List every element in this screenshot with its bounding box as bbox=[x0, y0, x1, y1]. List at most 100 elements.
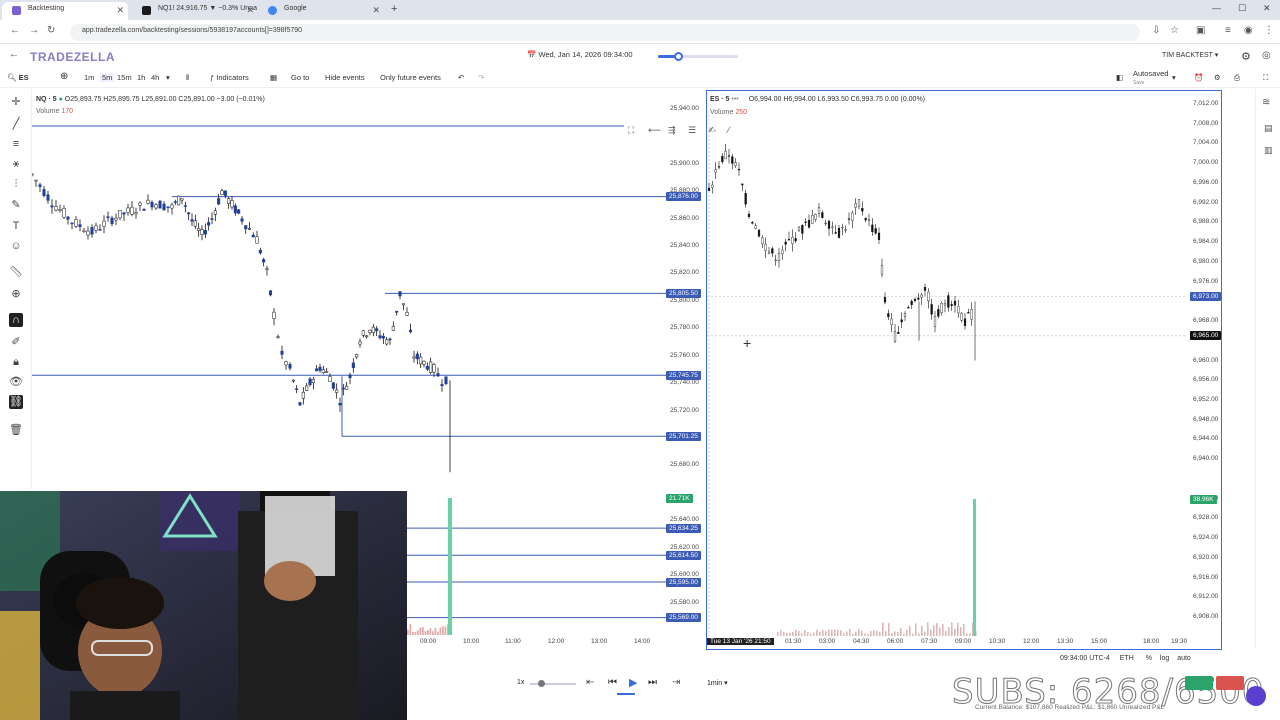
undo-icon[interactable]: ↶ bbox=[458, 73, 464, 82]
more-icon[interactable]: ••• bbox=[731, 96, 740, 103]
auto-toggle[interactable]: auto bbox=[1177, 655, 1191, 662]
timeframe-15m[interactable]: 15m bbox=[117, 73, 132, 82]
settings-gear-icon[interactable]: ⚙ bbox=[1241, 50, 1251, 63]
forward-icon[interactable]: → bbox=[29, 25, 39, 36]
install-app-icon[interactable]: ⇩ bbox=[1152, 25, 1160, 36]
tab-google[interactable]: Google ✕ bbox=[258, 2, 384, 20]
price-level-badge[interactable]: 25,595.00 bbox=[666, 577, 701, 587]
fib-icon[interactable]: ⫶ bbox=[9, 177, 23, 191]
pitchfork-icon[interactable]: ⚹ bbox=[9, 157, 23, 171]
extensions-icon[interactable]: ▣ bbox=[1196, 25, 1205, 36]
emoji-icon[interactable]: ☺ bbox=[9, 239, 23, 253]
step-forward-icon[interactable]: ⏭ bbox=[648, 677, 657, 688]
user-icon[interactable]: ◎ bbox=[1262, 50, 1271, 61]
back-icon[interactable]: ← bbox=[10, 25, 20, 36]
chat-support-icon[interactable] bbox=[1246, 686, 1266, 706]
chart-type-icon[interactable]: ⫴ bbox=[186, 73, 189, 83]
line-tool-icon[interactable]: ⟵ bbox=[648, 125, 661, 136]
close-tab-icon[interactable]: ✕ bbox=[372, 5, 380, 16]
parallel-tool-icon[interactable]: ⇶ bbox=[668, 125, 676, 136]
media-icon[interactable]: ≡ bbox=[1225, 25, 1231, 36]
trash-icon[interactable]: 🗑︎ bbox=[9, 423, 23, 437]
session-label[interactable]: ETH bbox=[1120, 655, 1134, 662]
future-events-button[interactable]: Only future events bbox=[380, 73, 441, 82]
new-tab-icon[interactable]: + bbox=[391, 3, 397, 15]
timezone-label[interactable]: 09:34:00 UTC-4 bbox=[1060, 655, 1110, 662]
minimize-icon[interactable]: — bbox=[1212, 3, 1221, 13]
jump-back-icon[interactable]: ⇤ bbox=[586, 677, 594, 688]
play-icon[interactable]: ▶ bbox=[629, 676, 637, 689]
profile-icon[interactable]: ◉ bbox=[1244, 25, 1253, 36]
price-level-badge[interactable]: 25,805.50 bbox=[666, 288, 701, 298]
es-chart-canvas[interactable] bbox=[707, 91, 1221, 649]
text-icon[interactable]: T bbox=[9, 219, 23, 233]
fullscreen-icon[interactable]: ⛶ bbox=[1263, 73, 1268, 83]
ruler-icon[interactable]: 📏︎ bbox=[9, 265, 23, 279]
price-level-badge[interactable]: 25,745.75 bbox=[666, 370, 701, 380]
camera-icon[interactable]: ⎙ bbox=[1234, 73, 1240, 83]
add-symbol-icon[interactable]: ⊕ bbox=[60, 71, 68, 82]
close-tab-icon[interactable]: ✕ bbox=[116, 5, 124, 16]
price-badge[interactable]: 6,965.00 bbox=[1190, 331, 1222, 341]
sell-button[interactable] bbox=[1216, 676, 1244, 690]
layers-icon[interactable]: ≋ bbox=[1262, 97, 1270, 108]
indicators-button[interactable]: ƒ Indicators bbox=[210, 73, 249, 82]
account-selector[interactable]: TIM BACKTEST ▾ bbox=[1162, 51, 1218, 59]
speed-label[interactable]: 1x bbox=[517, 679, 524, 686]
percent-toggle[interactable]: % bbox=[1146, 655, 1152, 662]
eye-icon[interactable]: 👁︎ bbox=[9, 375, 23, 389]
timeframe-1m[interactable]: 1m bbox=[84, 73, 94, 82]
log-toggle[interactable]: log bbox=[1160, 655, 1169, 662]
back-arrow-icon[interactable]: ← bbox=[9, 49, 19, 60]
layout-toggle-icon[interactable]: ◧ bbox=[1116, 73, 1123, 82]
horizontal-lines-icon[interactable]: ≡ bbox=[9, 137, 23, 151]
bookmark-star-icon[interactable]: ☆ bbox=[1170, 25, 1179, 36]
price-level-badge[interactable]: 25,569.00 bbox=[666, 613, 701, 623]
crosshair-icon[interactable]: ✛ bbox=[9, 95, 23, 109]
calendar-icon[interactable]: ▥ bbox=[1264, 145, 1273, 156]
alert-icon[interactable]: ⏰ bbox=[1194, 73, 1203, 82]
reload-icon[interactable]: ↻ bbox=[47, 25, 55, 36]
levels-tool-icon[interactable]: ☰ bbox=[688, 125, 696, 136]
tab-backtesting[interactable]: Backtesting ✕ bbox=[2, 2, 128, 20]
magnet-icon[interactable]: ∩ bbox=[9, 313, 23, 327]
price-level-badge[interactable]: 25,701.25 bbox=[666, 431, 701, 441]
chart-settings-icon[interactable]: ⚙ bbox=[1214, 73, 1221, 82]
price-badge[interactable]: 6,973.00 bbox=[1190, 291, 1222, 301]
chevron-down-icon[interactable]: ▾ bbox=[1172, 73, 1176, 82]
interval-selector[interactable]: 1min ▾ bbox=[707, 679, 728, 687]
price-level-badge[interactable]: 25,614.50 bbox=[666, 550, 701, 560]
hide-events-button[interactable]: Hide events bbox=[325, 73, 365, 82]
pencil-lock-icon[interactable]: ✐ bbox=[9, 335, 23, 349]
timeframe-4h[interactable]: 4h bbox=[151, 73, 159, 82]
replay-date[interactable]: 📅 Wed, Jan 14, 2026 09:34:00 bbox=[527, 50, 633, 59]
redo-icon[interactable]: ↷ bbox=[478, 73, 484, 82]
buy-button[interactable] bbox=[1185, 676, 1213, 690]
goto-button[interactable]: Go to bbox=[291, 73, 309, 82]
close-tab-icon[interactable]: ✕ bbox=[246, 5, 254, 16]
replay-progress-knob[interactable] bbox=[674, 52, 683, 61]
jump-forward-icon[interactable]: ⇥ bbox=[672, 677, 680, 688]
es-chart-pane[interactable]: ES · 5 ••• O6,994.00 H6,994.00 L6,993.50… bbox=[706, 90, 1222, 650]
menu-icon[interactable]: ⋮ bbox=[1264, 25, 1274, 36]
lock-icon[interactable]: 🔒︎ bbox=[9, 355, 23, 369]
timeframe-1h[interactable]: 1h bbox=[137, 73, 145, 82]
maximize-icon[interactable]: ☐ bbox=[1238, 3, 1246, 14]
tab-nq-chart[interactable]: NQ1! 24,916.75 ▼ −0.3% Unna ✕ bbox=[132, 2, 258, 20]
speed-slider[interactable] bbox=[530, 680, 576, 687]
brush-icon[interactable]: ✎ bbox=[9, 198, 23, 212]
price-level-badge[interactable]: 25,634.25 bbox=[666, 523, 701, 533]
replay-progress-slider[interactable] bbox=[658, 52, 738, 61]
layout-icon[interactable]: ▦ bbox=[270, 73, 277, 82]
chevron-down-icon[interactable]: ▾ bbox=[166, 73, 170, 82]
zoom-icon[interactable]: ⊕ bbox=[9, 287, 23, 301]
symbol-search[interactable]: 🔍︎ ES bbox=[7, 73, 29, 82]
news-icon[interactable]: ▤ bbox=[1264, 123, 1273, 134]
select-tool-icon[interactable]: ⛶ bbox=[628, 125, 634, 136]
trendline-icon[interactable]: ╱ bbox=[9, 117, 23, 131]
url-field[interactable]: app.tradezella.com/backtesting/sessions/… bbox=[70, 24, 1140, 41]
timeframe-5m[interactable]: 5m bbox=[100, 73, 115, 82]
close-window-icon[interactable]: ✕ bbox=[1263, 3, 1271, 14]
speed-knob[interactable] bbox=[538, 680, 545, 687]
price-level-badge[interactable]: 25,876.00 bbox=[666, 192, 701, 202]
